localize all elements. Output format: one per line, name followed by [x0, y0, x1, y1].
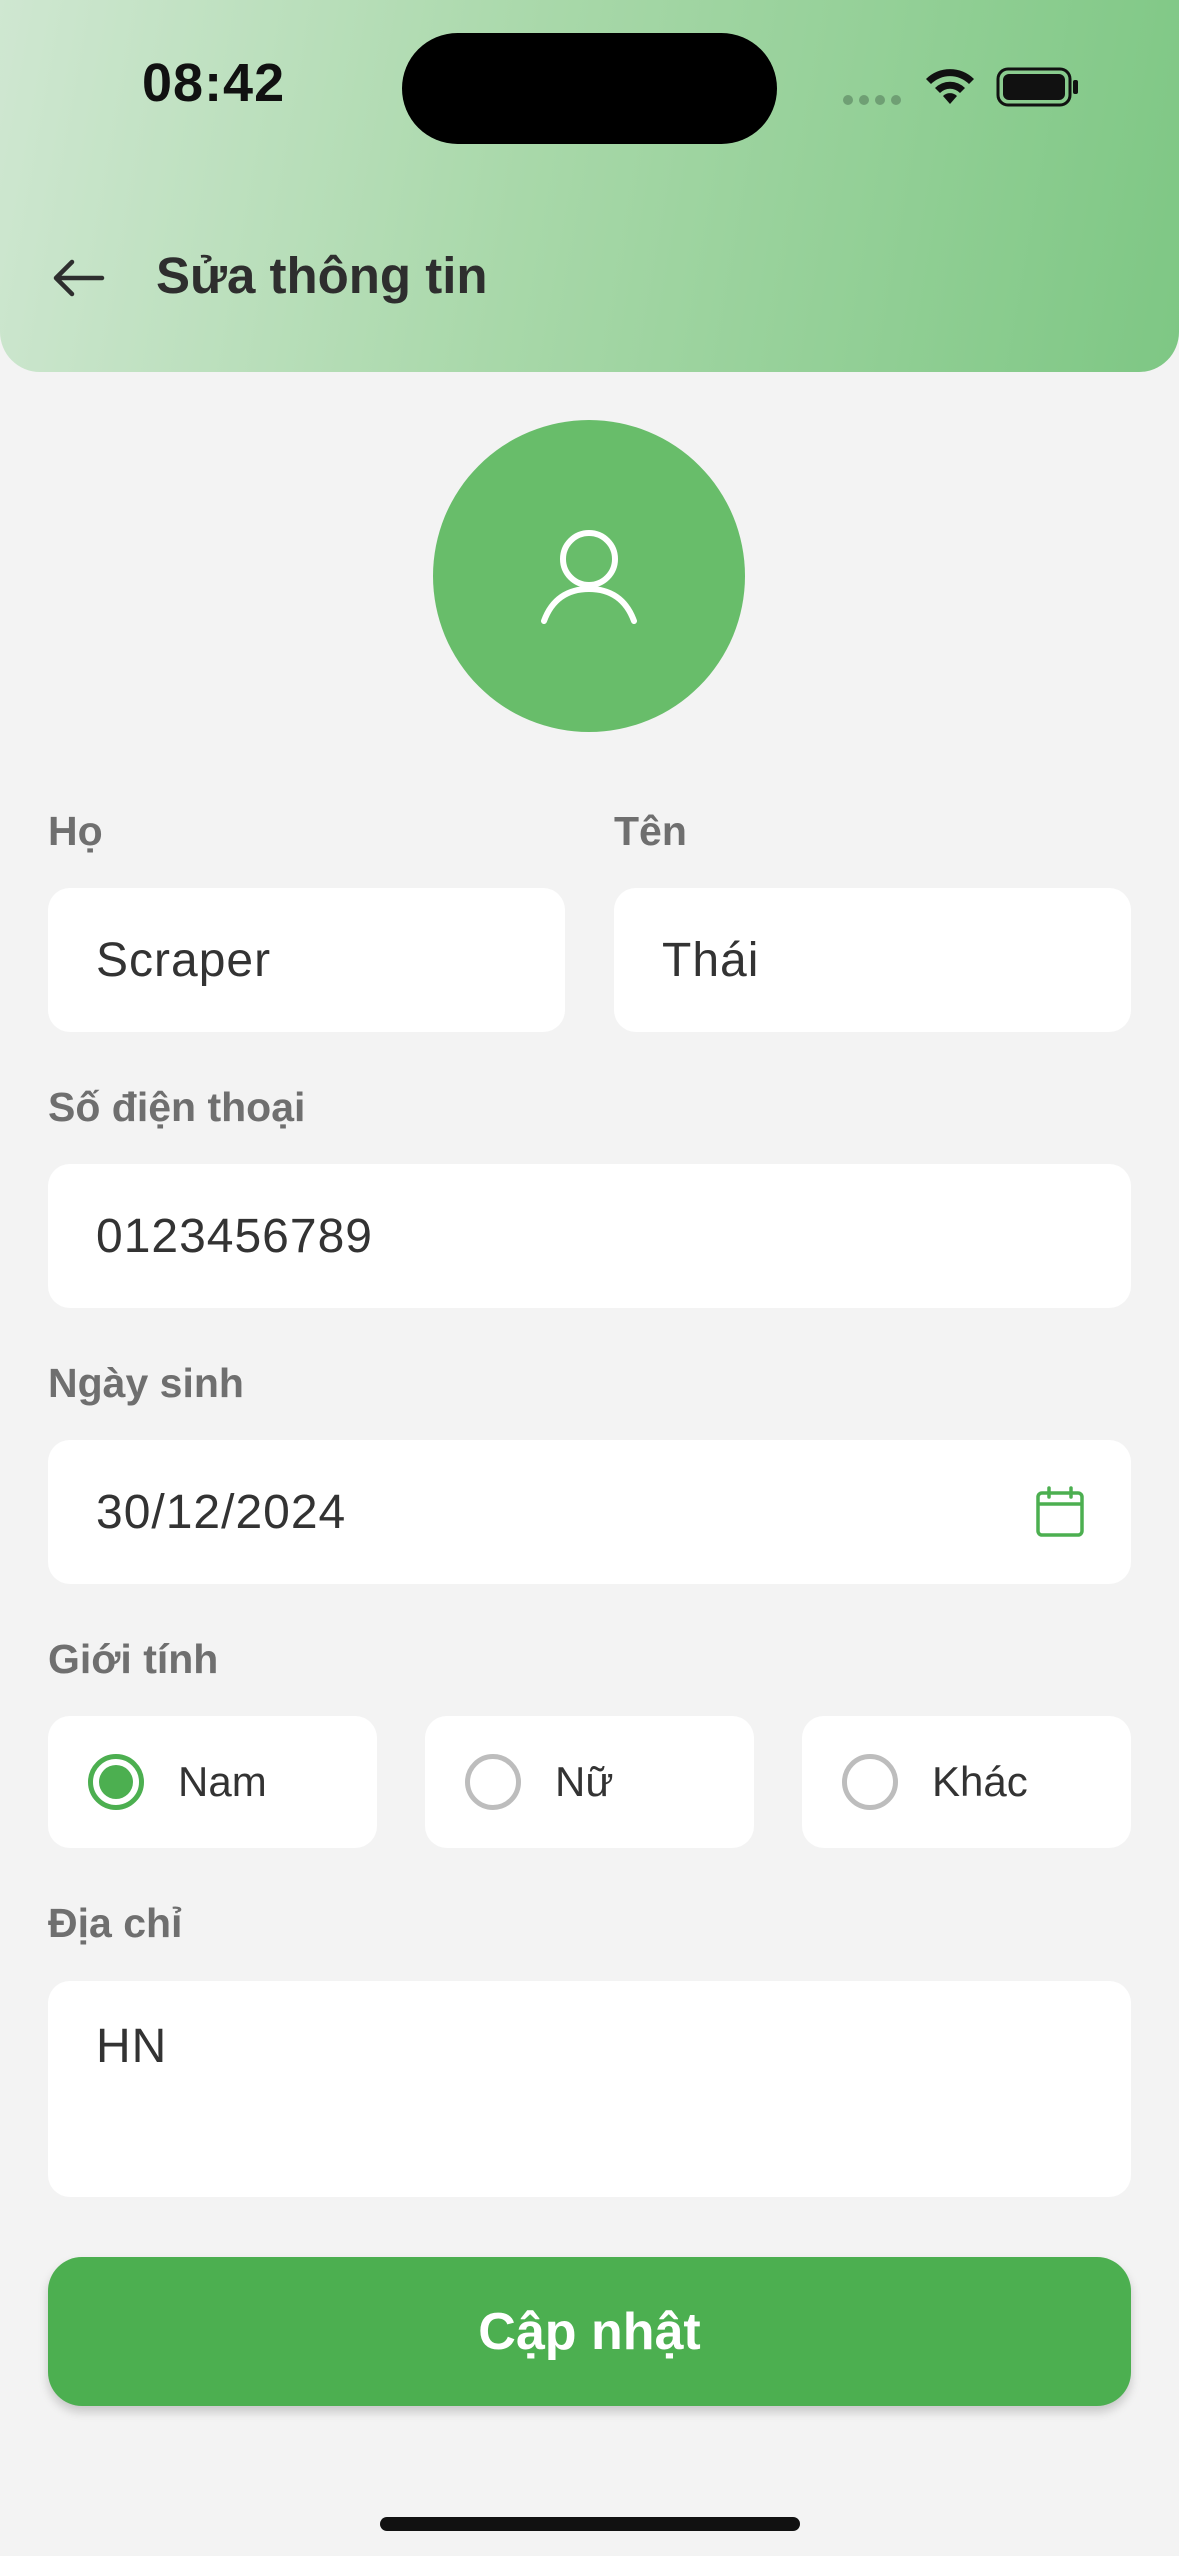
- radio-unchecked-icon: [465, 1754, 521, 1810]
- phone-value: 0123456789: [96, 1209, 373, 1263]
- gender-option-label: Khác: [932, 1758, 1028, 1805]
- gender-option-label: Nam: [178, 1758, 267, 1805]
- last-name-value: Scraper: [96, 933, 272, 987]
- avatar[interactable]: [433, 420, 745, 732]
- cellular-dots-icon: [843, 95, 901, 105]
- radio-checked-icon: [88, 1754, 144, 1810]
- radio-unchecked-icon: [842, 1754, 898, 1810]
- user-icon: [541, 530, 637, 624]
- gender-option-label: Nữ: [555, 1758, 614, 1805]
- phone-field[interactable]: 0123456789: [48, 1164, 1131, 1308]
- gender-option-khac[interactable]: Khác: [802, 1716, 1131, 1848]
- dynamic-island: [402, 33, 777, 144]
- address-field[interactable]: HN: [48, 1981, 1131, 2197]
- last-name-field[interactable]: Scraper: [48, 888, 565, 1032]
- gender-label: Giới tính: [48, 1636, 219, 1682]
- first-name-field[interactable]: Thái: [614, 888, 1131, 1032]
- update-button[interactable]: Cập nhật: [48, 2257, 1131, 2406]
- arrow-left-icon: [53, 259, 105, 297]
- gender-option-nam[interactable]: Nam: [48, 1716, 377, 1848]
- status-time: 08:42: [142, 53, 286, 113]
- first-name-value: Thái: [662, 933, 760, 987]
- address-value: HN: [96, 2020, 168, 2073]
- last-name-label: Họ: [48, 808, 103, 854]
- birthday-field[interactable]: 30/12/2024: [48, 1440, 1131, 1584]
- calendar-icon[interactable]: [1035, 1486, 1085, 1538]
- birthday-value: 30/12/2024: [96, 1485, 347, 1539]
- birthday-label: Ngày sinh: [48, 1360, 244, 1406]
- page-title: Sửa thông tin: [156, 247, 488, 304]
- wifi-icon: [926, 69, 974, 104]
- first-name-label: Tên: [614, 808, 687, 854]
- address-label: Địa chỉ: [48, 1900, 183, 1946]
- app-header: 08:42 Sửa thông tin: [0, 0, 1179, 372]
- phone-label: Số điện thoại: [48, 1084, 306, 1130]
- battery-icon: [996, 67, 1078, 107]
- gender-option-nu[interactable]: Nữ: [425, 1716, 754, 1848]
- home-indicator[interactable]: [380, 2517, 800, 2531]
- back-button[interactable]: [40, 240, 116, 316]
